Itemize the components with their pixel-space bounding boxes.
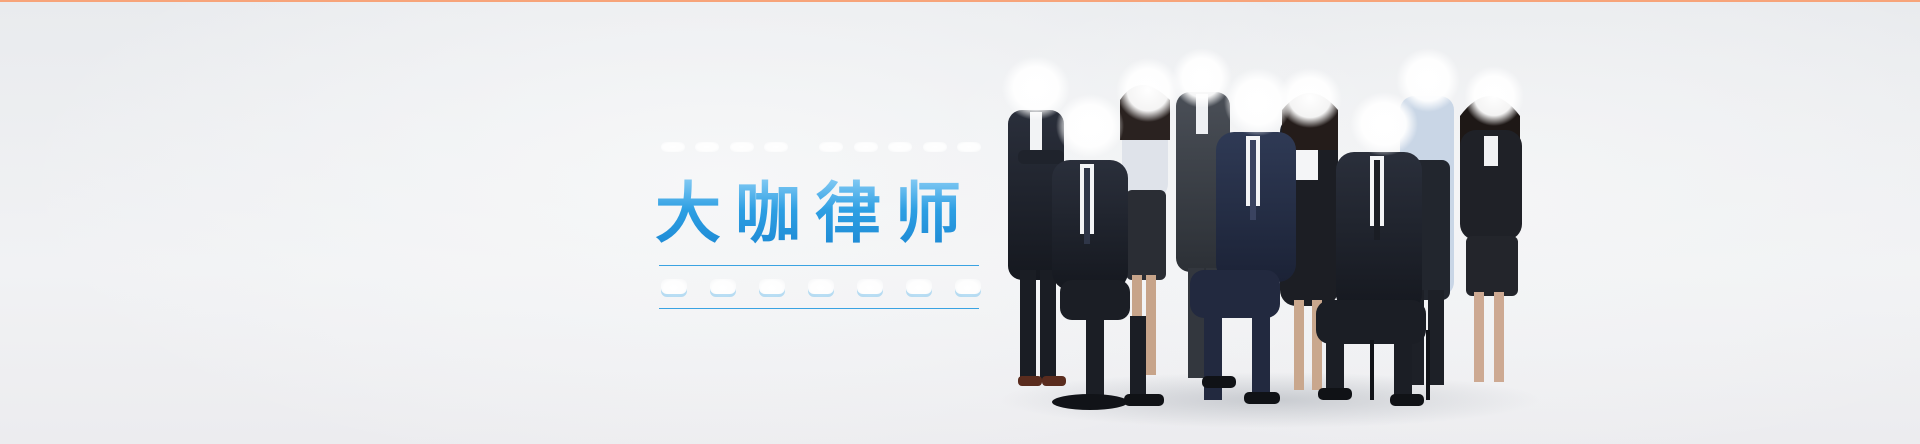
blurred-face-6 [1464,66,1524,126]
obscured-tagline-top [661,138,981,156]
blurred-face-2 [1116,58,1180,122]
title-divider-top [659,265,979,266]
blurred-face-7 [1056,94,1124,158]
person-standing-6 [1460,96,1522,382]
banner-title: 大咖律师 [655,174,985,254]
title-divider-bottom [659,308,979,309]
blurred-face-3 [1172,48,1232,108]
banner-title-block: 大咖律师 [655,130,985,320]
blurred-face-9 [1350,92,1418,156]
blurred-face-8 [1224,68,1292,136]
lawyer-group-photo [990,40,1550,444]
blurred-face-1 [1002,56,1070,120]
obscured-tagline-bottom [661,276,981,300]
